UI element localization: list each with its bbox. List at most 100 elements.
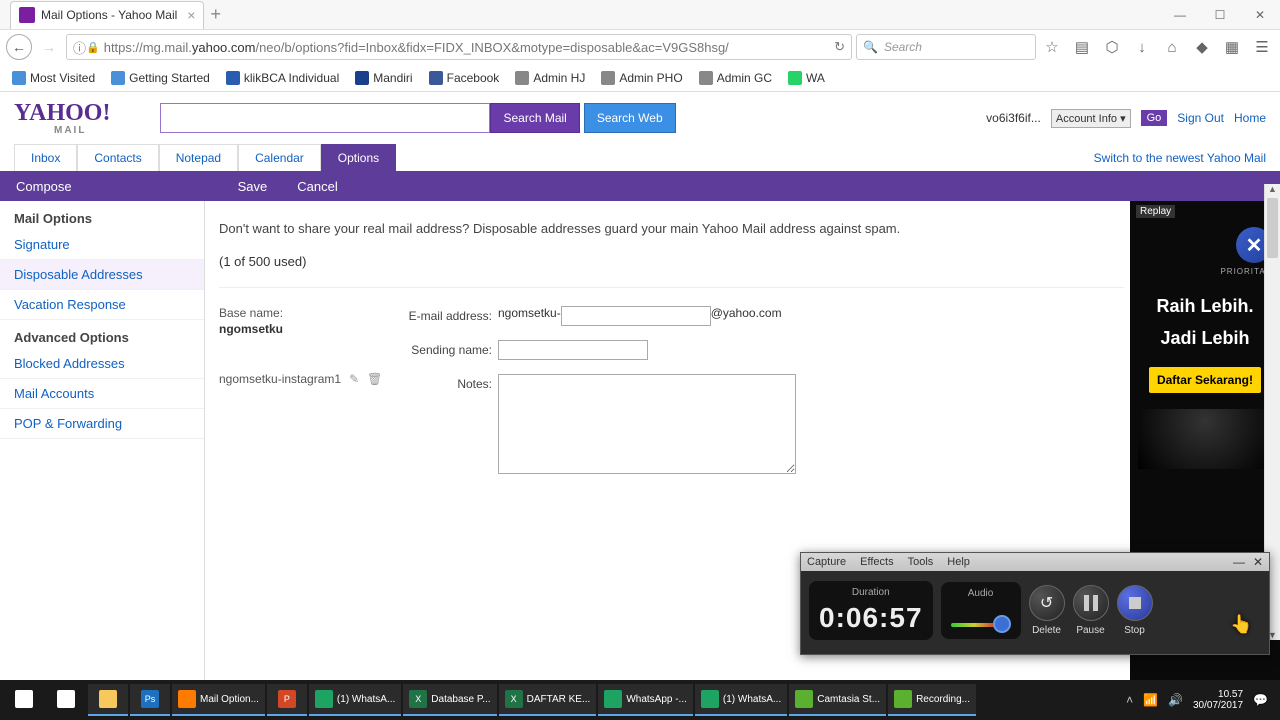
bookmark-star-icon[interactable]: ☆ [1040, 35, 1064, 59]
tray-notifications-icon[interactable]: 💬 [1253, 693, 1268, 707]
taskbar-item[interactable]: P [267, 684, 307, 716]
taskbar-icon [178, 690, 196, 708]
search-web-button[interactable]: Search Web [584, 103, 676, 133]
close-button[interactable]: ✕ [1240, 0, 1280, 30]
sidebar-item-vacation-response[interactable]: Vacation Response [0, 290, 204, 320]
bookmark-item[interactable]: Facebook [423, 69, 506, 87]
stop-button[interactable]: Stop [1117, 585, 1153, 636]
audio-meter [951, 603, 1011, 633]
new-tab-button[interactable]: + [210, 4, 221, 25]
sidebar-item-blocked-addresses[interactable]: Blocked Addresses [0, 349, 204, 379]
main-tab-options[interactable]: Options [321, 144, 396, 171]
save-button[interactable]: Save [238, 179, 268, 194]
main-tab-notepad[interactable]: Notepad [159, 144, 238, 171]
right-form: E-mail address: ngomsetku- @yahoo.com Se… [394, 306, 796, 488]
bookmark-item[interactable]: klikBCA Individual [220, 69, 345, 87]
ad-replay-badge[interactable]: Replay [1136, 205, 1175, 218]
sidebar-item-mail-accounts[interactable]: Mail Accounts [0, 379, 204, 409]
taskbar-item[interactable]: (1) WhatsA... [309, 684, 401, 716]
scroll-up-icon[interactable]: ▲ [1265, 184, 1280, 194]
stop-icon [1117, 585, 1153, 621]
taskbar-item[interactable]: Mail Option... [172, 684, 265, 716]
minimize-button[interactable]: — [1160, 0, 1200, 30]
pause-button[interactable]: Pause [1073, 585, 1109, 636]
tray-network-icon[interactable]: 📶 [1143, 693, 1158, 707]
tray-chevron-icon[interactable]: ˄ [1126, 693, 1133, 707]
ad-cta-button[interactable]: Daftar Sekarang! [1149, 367, 1261, 393]
taskbar-icon [701, 690, 719, 708]
url-bar[interactable]: ⓘ 🔒 https://mg.mail.yahoo.com/neo/b/opti… [66, 34, 852, 60]
scroll-thumb[interactable] [1267, 198, 1278, 258]
compose-button[interactable]: Compose [0, 179, 88, 194]
bookmark-item[interactable]: Admin GC [693, 69, 778, 87]
tray-volume-icon[interactable]: 🔊 [1168, 693, 1183, 707]
usage-counter: (1 of 500 used) [219, 254, 1124, 269]
sidebar-icon[interactable]: ▦ [1220, 35, 1244, 59]
delete-icon[interactable]: 🗑 [367, 372, 382, 386]
taskbar-item[interactable]: XDAFTAR KE... [499, 684, 597, 716]
taskbar-icon: X [505, 690, 523, 708]
back-button[interactable]: ← [6, 34, 32, 60]
extension-icon[interactable]: ◆ [1190, 35, 1214, 59]
taskbar-item[interactable]: Camtasia St... [789, 684, 886, 716]
account-info-select[interactable]: Account Info ▾ [1051, 109, 1131, 128]
sidebar-item-disposable-addresses[interactable]: Disposable Addresses [0, 260, 204, 290]
home-link[interactable]: Home [1234, 111, 1266, 125]
library-icon[interactable]: ▤ [1070, 35, 1094, 59]
bookmark-icon [699, 71, 713, 85]
camtasia-minimize-button[interactable]: — [1233, 555, 1245, 569]
taskbar-item[interactable]: ▭ [46, 684, 86, 716]
email-input[interactable] [561, 306, 711, 326]
taskbar-item[interactable]: XDatabase P... [403, 684, 496, 716]
go-button[interactable]: Go [1141, 110, 1168, 126]
camtasia-menu-effects[interactable]: Effects [860, 556, 893, 568]
info-icon[interactable]: ⓘ [73, 38, 86, 57]
sending-name-input[interactable] [498, 340, 648, 360]
switch-newest-link[interactable]: Switch to the newest Yahoo Mail [1094, 151, 1266, 165]
refresh-icon[interactable]: ↻ [834, 39, 845, 55]
bookmark-item[interactable]: WA [782, 69, 831, 87]
delete-button[interactable]: ↺ Delete [1029, 585, 1065, 636]
taskbar-item[interactable] [88, 684, 128, 716]
taskbar-item[interactable]: ⊞ [4, 684, 44, 716]
sign-out-link[interactable]: Sign Out [1177, 111, 1224, 125]
cancel-button[interactable]: Cancel [297, 179, 337, 194]
notes-textarea[interactable] [498, 374, 796, 474]
search-mail-button[interactable]: Search Mail [490, 103, 579, 133]
yahoo-logo[interactable]: YAHOO! MAIL [14, 100, 110, 136]
pocket-icon[interactable]: ⬡ [1100, 35, 1124, 59]
browser-tab[interactable]: Mail Options - Yahoo Mail × [10, 1, 204, 29]
bookmark-item[interactable]: Admin PHO [595, 69, 688, 87]
notes-label: Notes: [394, 374, 492, 391]
taskbar-item[interactable]: WhatsApp -... [598, 684, 693, 716]
tray-time: 10.57 [1193, 689, 1243, 700]
tab-close-icon[interactable]: × [187, 7, 195, 23]
mail-search-input[interactable] [160, 103, 490, 133]
bookmark-icon [788, 71, 802, 85]
camtasia-close-button[interactable]: ✕ [1253, 555, 1263, 569]
camtasia-menu-capture[interactable]: Capture [807, 556, 846, 568]
main-tab-calendar[interactable]: Calendar [238, 144, 321, 171]
menu-icon[interactable]: ☰ [1250, 35, 1274, 59]
main-tab-contacts[interactable]: Contacts [77, 144, 158, 171]
edit-icon[interactable]: ✎ [349, 372, 359, 386]
browser-search[interactable]: 🔍 Search [856, 34, 1036, 60]
taskbar-item[interactable]: Ps [130, 684, 170, 716]
taskbar-item[interactable]: (1) WhatsA... [695, 684, 787, 716]
camtasia-menu-help[interactable]: Help [947, 556, 970, 568]
main-tab-inbox[interactable]: Inbox [14, 144, 77, 171]
bookmark-item[interactable]: Mandiri [349, 69, 418, 87]
bookmark-item[interactable]: Admin HJ [509, 69, 591, 87]
sidebar-item-signature[interactable]: Signature [0, 230, 204, 260]
maximize-button[interactable]: ☐ [1200, 0, 1240, 30]
forward-button[interactable]: → [36, 34, 62, 60]
tray-clock[interactable]: 10.57 30/07/2017 [1193, 689, 1243, 711]
bookmark-item[interactable]: Getting Started [105, 69, 216, 87]
taskbar-item[interactable]: Recording... [888, 684, 976, 716]
audio-volume-dial[interactable] [993, 615, 1011, 633]
sidebar-item-pop-forwarding[interactable]: POP & Forwarding [0, 409, 204, 439]
bookmark-item[interactable]: Most Visited [6, 69, 101, 87]
camtasia-menu-tools[interactable]: Tools [908, 556, 934, 568]
downloads-icon[interactable]: ↓ [1130, 35, 1154, 59]
home-icon[interactable]: ⌂ [1160, 35, 1184, 59]
